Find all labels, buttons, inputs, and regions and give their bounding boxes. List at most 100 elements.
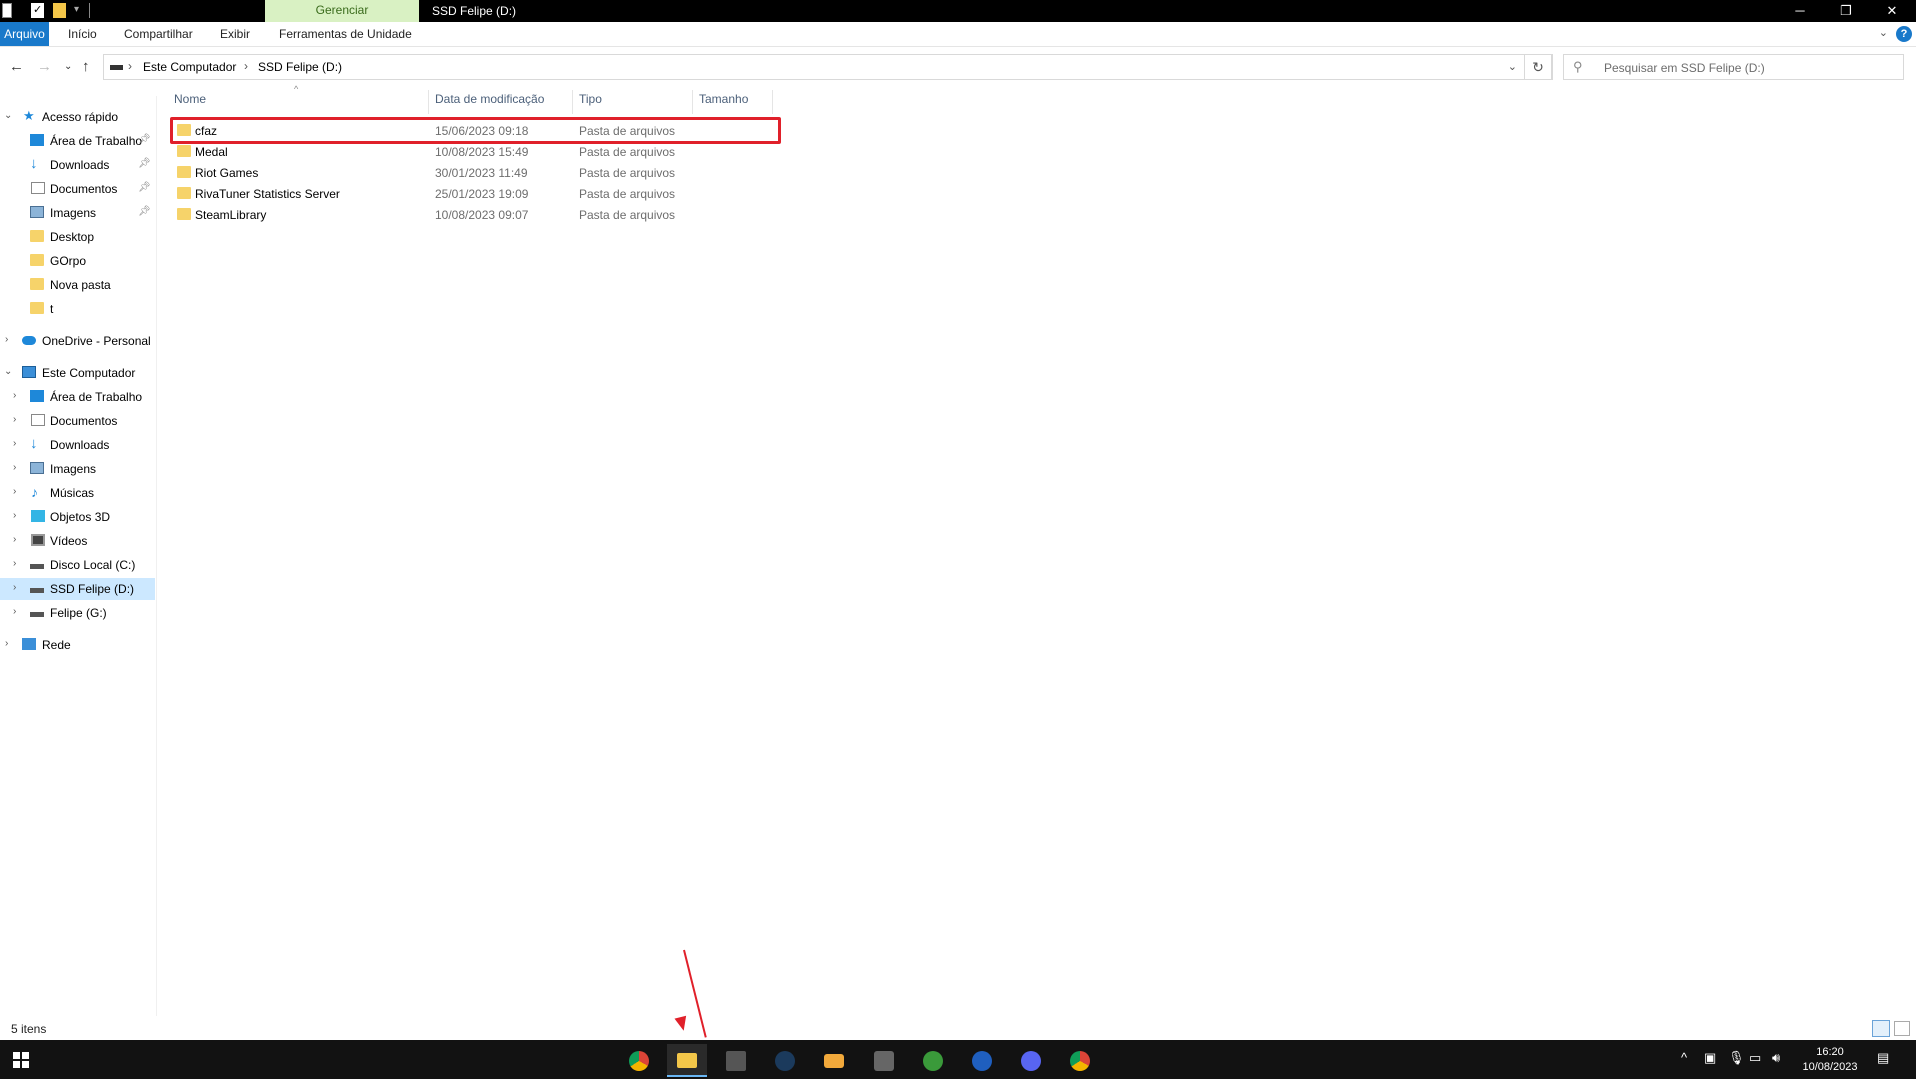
chevron-right-icon[interactable]: ›	[13, 558, 16, 569]
chevron-right-icon[interactable]: ›	[5, 334, 8, 345]
close-button[interactable]: ✕	[1869, 1, 1915, 21]
microphone-icon[interactable]: 🎙︎	[1728, 1050, 1745, 1066]
minimize-button[interactable]: ─	[1777, 1, 1823, 21]
column-divider[interactable]	[692, 90, 693, 114]
column-divider[interactable]	[428, 90, 429, 114]
unity-icon[interactable]	[864, 1044, 904, 1077]
show-hidden-icons-icon[interactable]: ^	[1681, 1050, 1687, 1065]
address-bar[interactable]: › Este Computador › SSD Felipe (D:) ⌄	[103, 54, 1553, 80]
xbox-icon[interactable]	[913, 1044, 953, 1077]
context-tab-manage[interactable]: Gerenciar	[265, 0, 419, 22]
nav-item-downloads-pinned[interactable]: ↓ Downloads 📌︎	[0, 154, 155, 176]
checkbox-icon[interactable]	[31, 3, 44, 18]
nav-pc-documents[interactable]: › Documentos	[0, 410, 155, 432]
chevron-right-icon[interactable]: ›	[5, 638, 8, 649]
discord-icon[interactable]	[1011, 1044, 1051, 1077]
volume-icon[interactable]: 🔊︎	[1772, 1050, 1780, 1066]
notifications-icon[interactable]: ▤	[1877, 1050, 1889, 1066]
file-row[interactable]: Medal 10/08/2023 15:49 Pasta de arquivos	[170, 141, 772, 162]
nav-item-gorpo[interactable]: GOrpo	[0, 250, 155, 272]
refresh-button[interactable]: ↻	[1524, 54, 1552, 80]
file-row[interactable]: RivaTuner Statistics Server 25/01/2023 1…	[170, 183, 772, 204]
clock[interactable]: 16:20 10/08/2023	[1800, 1045, 1860, 1075]
tab-view[interactable]: Exibir	[220, 22, 250, 46]
nav-item-nova-pasta[interactable]: Nova pasta	[0, 274, 155, 296]
chrome-icon[interactable]	[619, 1044, 659, 1077]
help-icon[interactable]: ?	[1896, 26, 1912, 42]
new-folder-icon[interactable]	[53, 3, 66, 18]
nav-item-pictures-pinned[interactable]: Imagens 📌︎	[0, 202, 155, 224]
chevron-right-icon[interactable]: ›	[13, 606, 16, 617]
up-arrow-icon[interactable]: ↑	[82, 58, 90, 75]
large-icons-view-icon[interactable]	[1894, 1021, 1910, 1036]
details-view-icon[interactable]	[1872, 1020, 1890, 1037]
nav-item-desktop-pinned[interactable]: Área de Trabalho 📌︎	[0, 130, 155, 152]
nav-network[interactable]: › Rede	[0, 634, 155, 656]
search-input[interactable]: ⚲ Pesquisar em SSD Felipe (D:)	[1563, 54, 1904, 80]
breadcrumb-drive[interactable]: SSD Felipe (D:)	[258, 60, 342, 74]
chevron-right-icon[interactable]: ›	[13, 462, 16, 473]
nav-item-t[interactable]: t	[0, 298, 155, 320]
folder-icon	[30, 254, 44, 266]
file-name: Medal	[195, 145, 228, 159]
column-divider[interactable]	[572, 90, 573, 114]
file-row[interactable]: SteamLibrary 10/08/2023 09:07 Pasta de a…	[170, 204, 772, 225]
nav-pc-music[interactable]: › ♪ Músicas	[0, 482, 155, 504]
nav-pc-videos[interactable]: › Vídeos	[0, 530, 155, 552]
cpu-z-icon[interactable]	[716, 1044, 756, 1077]
nav-pc-local-disk-c[interactable]: › Disco Local (C:)	[0, 554, 155, 576]
chevron-right-icon[interactable]: ›	[13, 510, 16, 521]
nav-pc-downloads[interactable]: › ↓ Downloads	[0, 434, 155, 456]
tab-drive-tools[interactable]: Ferramentas de Unidade	[279, 22, 412, 46]
address-dropdown-icon[interactable]: ⌄	[1508, 60, 1517, 73]
breadcrumb-this-pc[interactable]: Este Computador	[143, 60, 236, 74]
nav-this-pc[interactable]: ⌄ Este Computador	[0, 362, 155, 384]
nav-item-desktop-folder[interactable]: Desktop	[0, 226, 155, 248]
nav-pc-felipe-g[interactable]: › Felipe (G:)	[0, 602, 155, 624]
usb-device-icon[interactable]: ▣	[1704, 1050, 1716, 1066]
restore-button[interactable]: ❐	[1823, 1, 1869, 21]
back-arrow-icon[interactable]: ←	[9, 58, 24, 75]
nav-pc-ssd-d[interactable]: › SSD Felipe (D:)	[0, 578, 155, 600]
chevron-right-icon[interactable]: ›	[13, 486, 16, 497]
teamviewer-icon[interactable]	[962, 1044, 1002, 1077]
chevron-down-icon[interactable]: ⌄	[4, 366, 12, 377]
nav-pc-desktop[interactable]: › Área de Trabalho	[0, 386, 155, 408]
steam-icon[interactable]	[765, 1044, 805, 1077]
chevron-down-icon[interactable]: ⌄	[4, 110, 12, 121]
chevron-right-icon[interactable]: ›	[13, 390, 16, 401]
customize-quick-access-icon[interactable]: ▾	[74, 4, 79, 19]
nav-quick-access[interactable]: ⌄ ★ Acesso rápido	[0, 106, 155, 128]
network-tray-icon[interactable]: ▭	[1749, 1050, 1761, 1066]
file-date: 25/01/2023 19:09	[435, 187, 529, 201]
nav-onedrive[interactable]: › OneDrive - Personal	[0, 330, 155, 352]
breadcrumb-separator[interactable]: ›	[128, 59, 132, 73]
chevron-right-icon[interactable]: ›	[13, 438, 16, 449]
chrome-profile-icon[interactable]	[1060, 1044, 1100, 1077]
file-row[interactable]: Riot Games 30/01/2023 11:49 Pasta de arq…	[170, 162, 772, 183]
properties-icon[interactable]	[2, 3, 12, 18]
chevron-right-icon[interactable]: ›	[13, 582, 16, 593]
file-explorer-icon[interactable]	[667, 1044, 707, 1077]
column-header-date[interactable]: Data de modificação	[435, 92, 544, 112]
chevron-right-icon[interactable]: ›	[13, 534, 16, 545]
nav-pc-3d-objects[interactable]: › Objetos 3D	[0, 506, 155, 528]
document-icon	[31, 414, 45, 426]
pin-icon: 📌︎	[138, 134, 151, 145]
windows-start-icon[interactable]	[13, 1052, 29, 1068]
chevron-right-icon[interactable]: ›	[13, 414, 16, 425]
forward-arrow-icon[interactable]: →	[37, 58, 52, 75]
tab-home[interactable]: Início	[68, 22, 97, 46]
breadcrumb-separator[interactable]: ›	[244, 59, 248, 73]
column-header-type[interactable]: Tipo	[579, 92, 602, 112]
tab-file[interactable]: Arquivo	[0, 22, 49, 46]
nav-item-documents-pinned[interactable]: Documentos 📌︎	[0, 178, 155, 200]
recent-locations-icon[interactable]: ⌄	[64, 61, 72, 72]
column-divider[interactable]	[772, 90, 773, 114]
medal-icon[interactable]	[814, 1044, 854, 1077]
column-header-name[interactable]: Nome	[174, 92, 206, 112]
tab-share[interactable]: Compartilhar	[124, 22, 193, 46]
nav-pc-pictures[interactable]: › Imagens	[0, 458, 155, 480]
expand-ribbon-icon[interactable]: ⌄	[1879, 26, 1888, 39]
column-header-size[interactable]: Tamanho	[699, 92, 748, 112]
